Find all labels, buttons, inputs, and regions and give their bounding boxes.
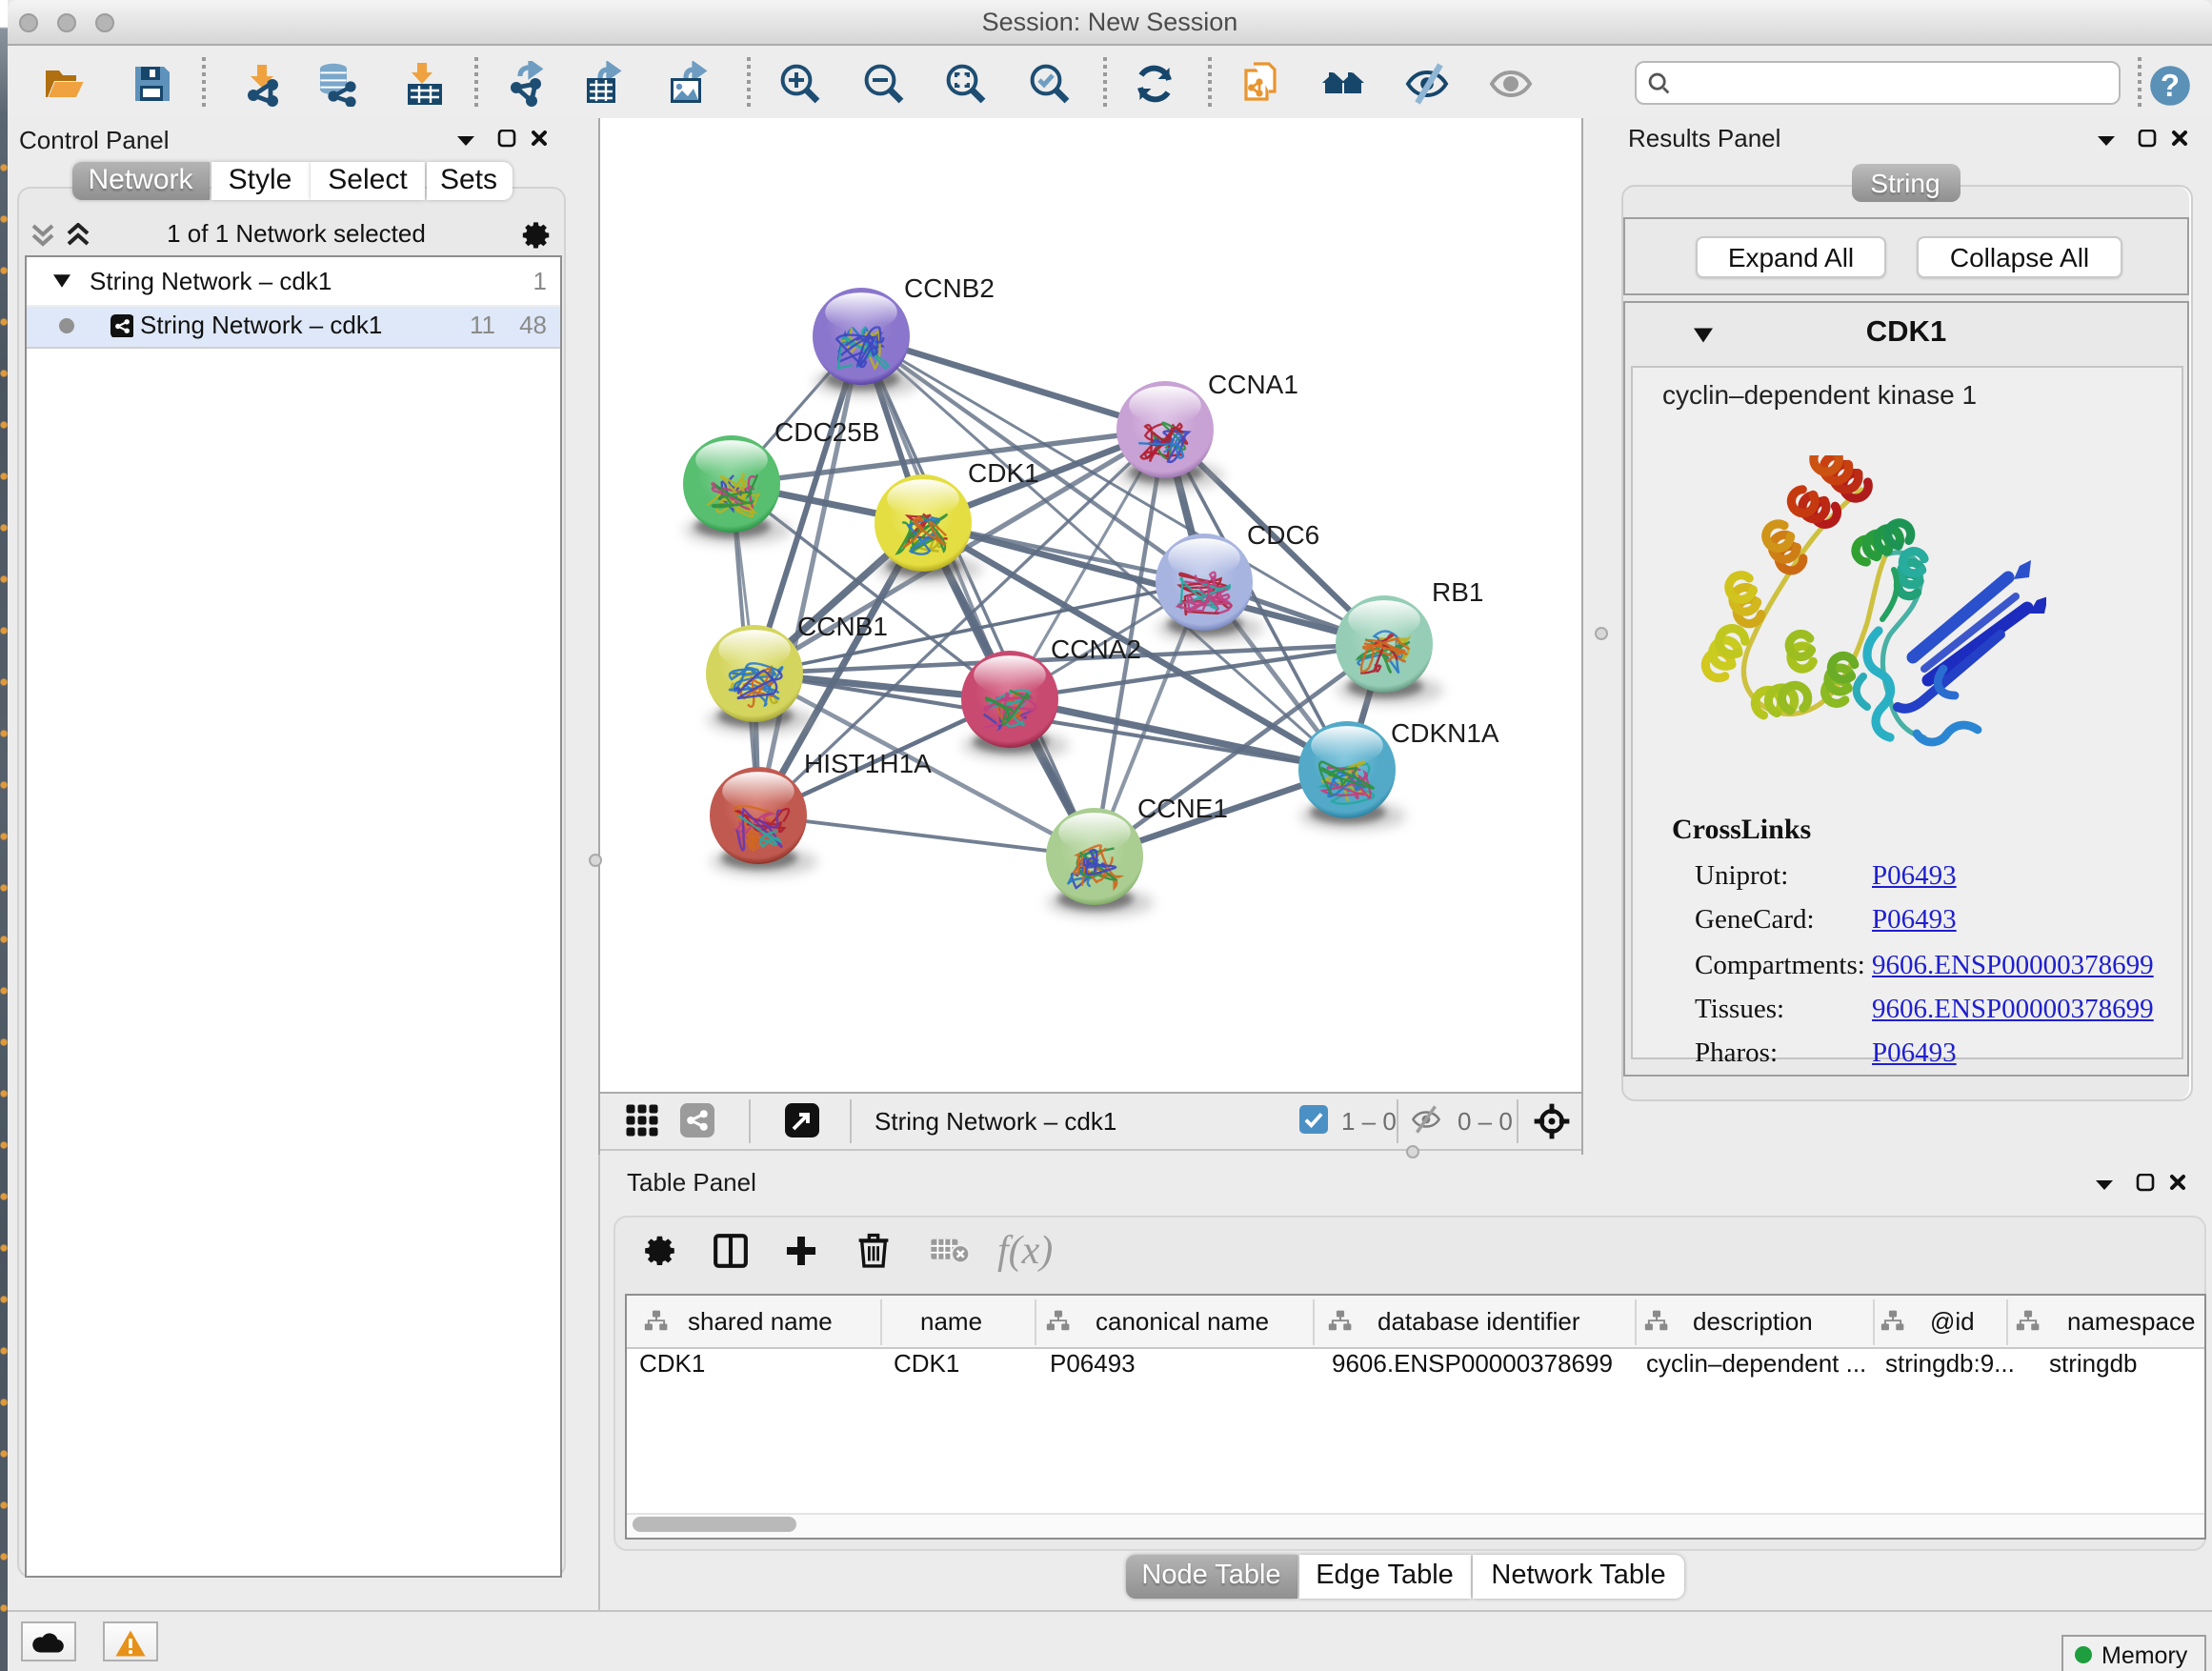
svg-text:CCNA2: CCNA2 [1051, 634, 1141, 664]
svg-text:?: ? [2160, 67, 2179, 102]
svg-text:CCNA1: CCNA1 [1208, 370, 1298, 399]
svg-text:CDKN1A: CDKN1A [1391, 718, 1499, 748]
svg-text:RB1: RB1 [1432, 577, 1483, 607]
svg-text:CDC6: CDC6 [1247, 520, 1319, 550]
svg-text:HIST1H1A: HIST1H1A [804, 749, 932, 778]
svg-text:CCNB2: CCNB2 [904, 273, 995, 303]
svg-text:CCNB1: CCNB1 [797, 612, 888, 641]
svg-text:CCNE1: CCNE1 [1137, 794, 1228, 823]
svg-text:CDC25B: CDC25B [774, 417, 879, 447]
svg-text:CDK1: CDK1 [968, 458, 1039, 488]
